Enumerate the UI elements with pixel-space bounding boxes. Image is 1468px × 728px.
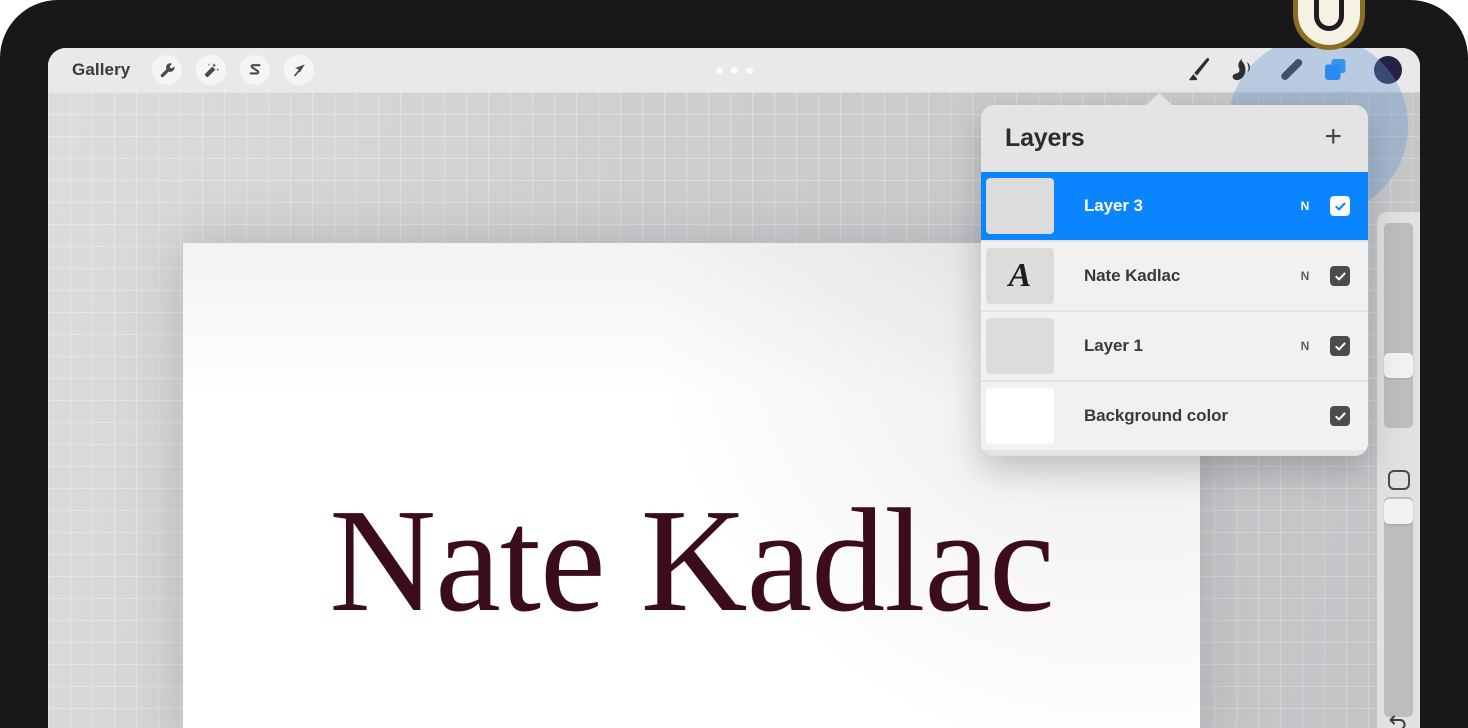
layers-panel-title: Layers [1005,124,1085,152]
right-sidebar [1377,212,1420,728]
eraser-icon[interactable] [1266,48,1312,92]
layer-thumbnail[interactable] [986,388,1054,444]
gallery-button[interactable]: Gallery [64,57,138,83]
layers-popover-pointer [1144,93,1174,107]
layer-thumbnail[interactable] [986,318,1054,374]
toolbar-left-group: Gallery [64,55,315,85]
device-frame: Nate Kadlac Gallery Layers + Layer 3 N A… [0,0,1468,728]
cursor-badge-icon [1293,0,1365,50]
layers-icon[interactable] [1312,48,1358,92]
transform-arrow-icon[interactable] [284,55,315,85]
layer-row[interactable]: Layer 1 N [981,312,1368,380]
smudge-icon[interactable] [1220,48,1266,92]
layer-visibility-checkbox[interactable] [1330,196,1350,216]
add-layer-button[interactable]: + [1320,121,1346,156]
brush-opacity-handle[interactable] [1384,499,1413,524]
layer-blend-mode[interactable]: N [1298,199,1312,213]
layer-blend-mode[interactable]: N [1298,339,1312,353]
layer-visibility-checkbox[interactable] [1330,336,1350,356]
toolbar-right-group [1174,48,1402,92]
top-toolbar: Gallery [48,48,1420,92]
layers-panel-header: Layers + [981,105,1368,172]
layer-visibility-checkbox[interactable] [1330,406,1350,426]
brush-size-slider[interactable] [1384,223,1413,428]
layer-name: Layer 3 [1084,196,1143,215]
layer-name: Layer 1 [1084,336,1143,355]
layer-blend-mode[interactable]: N [1298,269,1312,283]
cursor-badge-inner [1314,0,1344,31]
artwork-text: Nate Kadlac [329,479,1054,643]
handle-dot [730,66,738,74]
layers-list: Layer 3 N A Nate Kadlac N Layer 1 N Back… [981,172,1368,456]
layer-name: Nate Kadlac [1084,266,1181,285]
layer-thumbnail[interactable] [986,178,1054,234]
layer-name: Background color [1084,406,1228,425]
paint-brush-icon[interactable] [1174,48,1220,92]
handle-dot [745,66,753,74]
layer-row[interactable]: Layer 3 N [981,172,1368,240]
layer-row[interactable]: Background color [981,382,1368,450]
brush-opacity-slider[interactable] [1384,497,1413,717]
modify-button[interactable] [1388,470,1410,490]
actions-wrench-icon[interactable] [152,55,183,85]
selection-icon[interactable] [240,55,271,85]
layers-panel: Layers + Layer 3 N A Nate Kadlac N Layer… [981,105,1368,456]
brush-size-handle[interactable] [1384,353,1413,378]
color-swatch[interactable] [1374,56,1402,84]
layer-row[interactable]: A Nate Kadlac N [981,242,1368,310]
layer-thumbnail[interactable]: A [986,248,1054,304]
screen: Nate Kadlac Gallery Layers + Layer 3 N A… [48,48,1420,728]
handle-dot [715,66,723,74]
adjustments-wand-icon[interactable] [196,55,227,85]
undo-icon[interactable] [1385,708,1412,728]
layer-visibility-checkbox[interactable] [1330,266,1350,286]
